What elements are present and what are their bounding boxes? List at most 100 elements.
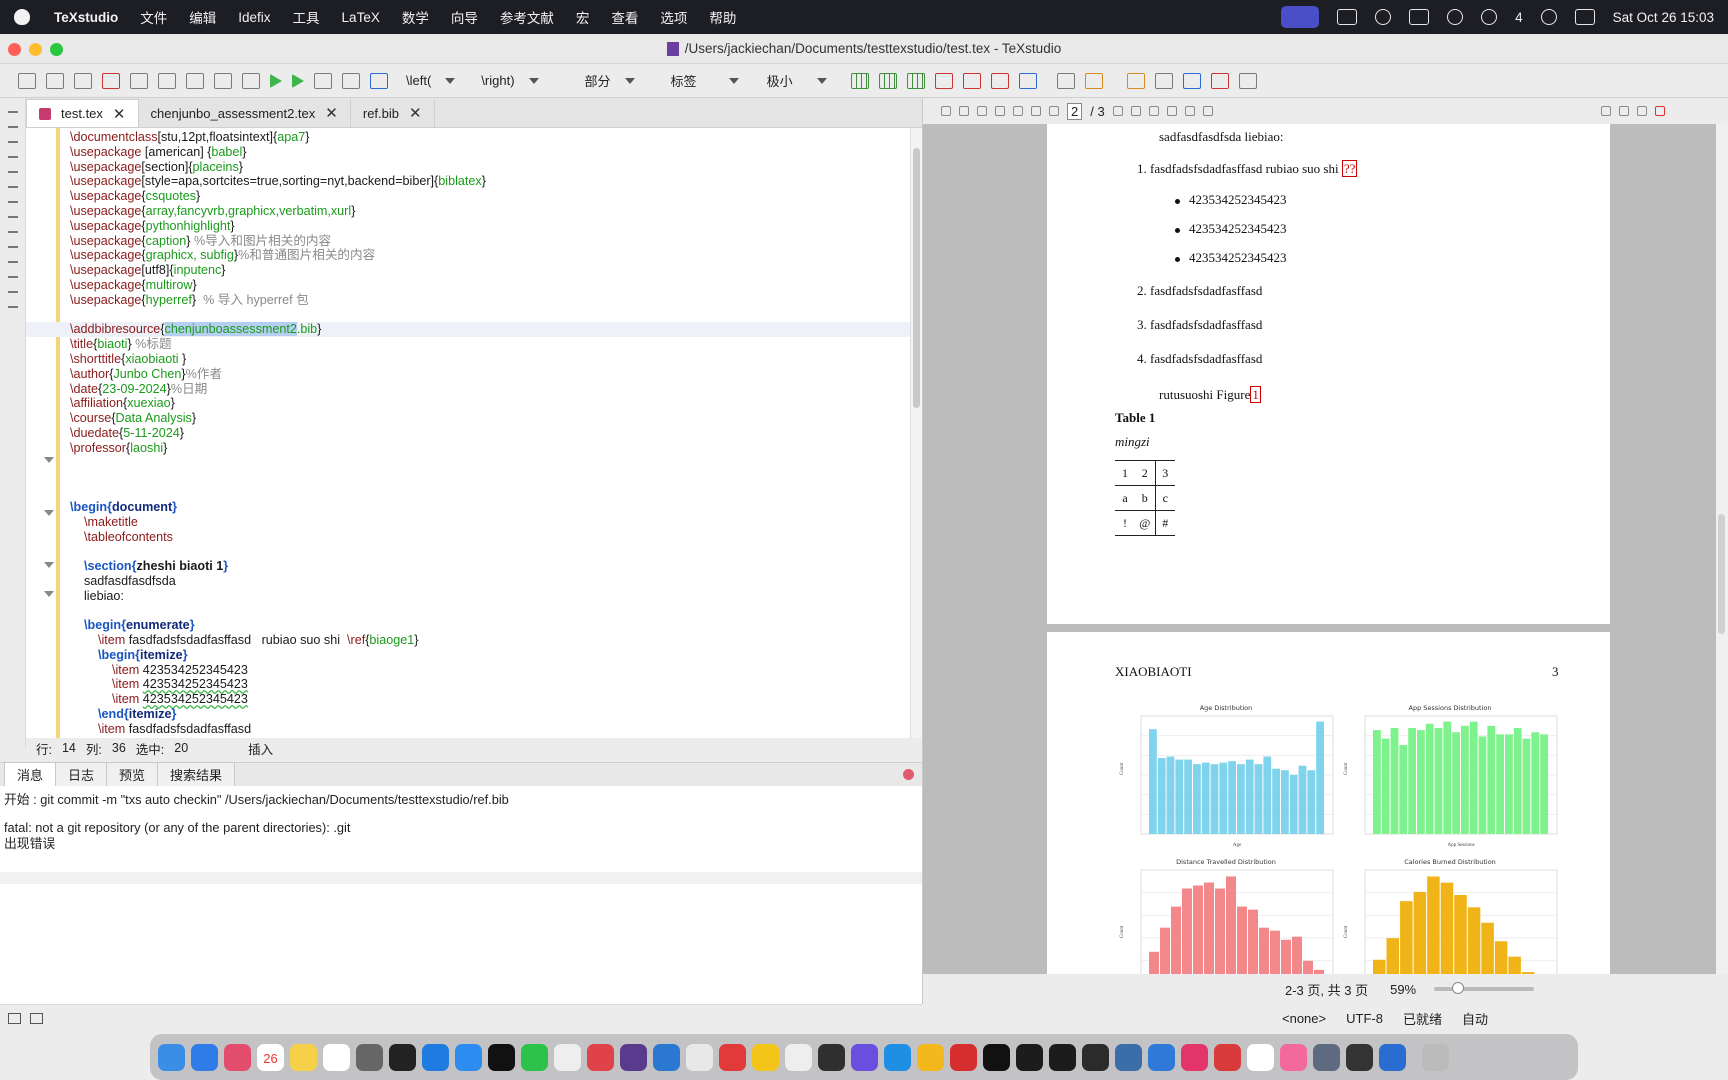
- section-dropdown[interactable]: 部分: [585, 71, 635, 90]
- code-line[interactable]: \begin{document}: [70, 500, 910, 515]
- zotero-icon[interactable]: [587, 1043, 614, 1071]
- chrome-icon[interactable]: [686, 1043, 713, 1071]
- code-line[interactable]: [70, 456, 910, 471]
- code-line[interactable]: \usepackage{array,fancyvrb,graphicx,verb…: [70, 204, 910, 219]
- typora-icon[interactable]: [653, 1043, 680, 1071]
- new-file-icon[interactable]: [18, 72, 36, 89]
- tab-search-results[interactable]: 搜索结果: [157, 762, 236, 787]
- dock-icon[interactable]: [1618, 106, 1629, 116]
- forward-icon[interactable]: [1013, 106, 1023, 116]
- code-line[interactable]: \usepackage{caption} %导入和图片相关的内容: [70, 234, 910, 249]
- notification-bell-icon[interactable]: [1540, 9, 1557, 25]
- code-line[interactable]: \item fasdfadsfsdadfasffasd: [70, 722, 910, 737]
- close-panel-icon[interactable]: [903, 769, 914, 780]
- menu-help[interactable]: 帮助: [709, 7, 736, 27]
- figure-link[interactable]: 1: [1250, 386, 1261, 403]
- terminal-icon[interactable]: [389, 1043, 416, 1071]
- close-icon[interactable]: ✕: [113, 105, 126, 123]
- forward-arrow-icon[interactable]: [7, 126, 18, 128]
- code-line[interactable]: sadfasdfasdfsda: [70, 574, 910, 589]
- zoom-slider-knob[interactable]: [1452, 982, 1465, 994]
- align-right-icon[interactable]: [7, 216, 18, 218]
- table-icon[interactable]: [850, 72, 869, 89]
- sqrt-icon[interactable]: [7, 306, 18, 308]
- view-pdf-icon[interactable]: [342, 72, 360, 89]
- toggle-structure-icon[interactable]: [8, 1013, 21, 1024]
- code-line[interactable]: \section{zheshi biaoti 1}: [70, 559, 910, 574]
- code-line[interactable]: \usepackage{hyperref} % 导入 hyperref 包: [70, 293, 910, 308]
- menu-idefix[interactable]: Idefix: [238, 10, 270, 25]
- code-line[interactable]: \usepackage[utf8]{inputenc}: [70, 263, 910, 278]
- unresolved-ref[interactable]: ??: [1341, 160, 1358, 177]
- save-icon[interactable]: [74, 72, 92, 89]
- tab-messages[interactable]: 消息: [4, 762, 57, 787]
- safari-icon[interactable]: [191, 1043, 218, 1071]
- code-line[interactable]: \item 423534252345423: [70, 677, 910, 692]
- fit-page-icon[interactable]: [1202, 106, 1213, 116]
- app-store-icon[interactable]: [455, 1043, 482, 1071]
- next-page-icon[interactable]: [1112, 106, 1123, 116]
- text-edit-icon[interactable]: [785, 1043, 812, 1071]
- document-icon[interactable]: [1056, 72, 1075, 89]
- xiaohongshu-icon[interactable]: [1181, 1043, 1208, 1071]
- wechat-icon[interactable]: [1481, 9, 1498, 25]
- window-minimize-button[interactable]: [29, 43, 42, 56]
- window-maximize-button[interactable]: [50, 43, 63, 56]
- code-line[interactable]: \author{Junbo Chen}%作者: [70, 367, 910, 382]
- tab-ref-bib[interactable]: ref.bib ✕: [351, 99, 435, 127]
- code-line[interactable]: [70, 308, 910, 323]
- back-arrow-icon[interactable]: [7, 111, 18, 113]
- add-row-icon[interactable]: [878, 72, 897, 89]
- fold-toggle-icon[interactable]: [44, 457, 54, 463]
- code-line[interactable]: \end{itemize}: [70, 707, 910, 722]
- code-line[interactable]: \documentclass[stu,12pt,floatsintext]{ap…: [70, 130, 910, 145]
- align-center-icon[interactable]: [7, 201, 18, 203]
- paw-icon[interactable]: [917, 1043, 944, 1071]
- code-line[interactable]: \usepackage [american] {babel}: [70, 145, 910, 160]
- netease-music-icon[interactable]: [719, 1043, 746, 1071]
- zoom-slider[interactable]: [1434, 982, 1535, 994]
- image-icon[interactable]: [1126, 72, 1145, 89]
- fraction-icon[interactable]: [7, 291, 18, 293]
- code-line[interactable]: \course{Data Analysis}: [70, 411, 910, 426]
- code-line[interactable]: \begin{itemize}: [70, 648, 910, 663]
- menu-latex[interactable]: LaTeX: [342, 10, 380, 25]
- system-settings-icon[interactable]: [356, 1043, 383, 1071]
- panel-divider[interactable]: [0, 872, 922, 884]
- dictionary-selector[interactable]: <none>: [1282, 1011, 1326, 1026]
- menu-options[interactable]: 选项: [660, 7, 687, 27]
- texstudio-icon[interactable]: [620, 1043, 647, 1071]
- fold-toggle-icon[interactable]: [44, 510, 54, 516]
- underline-icon[interactable]: [7, 171, 18, 173]
- newline-icon[interactable]: [7, 231, 18, 233]
- tab-test-tex[interactable]: test.tex ✕: [26, 99, 139, 127]
- compile-icon[interactable]: [292, 73, 304, 88]
- calendar-icon[interactable]: 26: [257, 1043, 284, 1071]
- rstudio-icon[interactable]: [950, 1043, 977, 1071]
- comment-icon[interactable]: [1154, 72, 1173, 89]
- dictionary-icon[interactable]: [1148, 1043, 1175, 1071]
- first-page-icon[interactable]: [1031, 106, 1041, 116]
- code-line[interactable]: \usepackage[section]{placeins}: [70, 160, 910, 175]
- code-line[interactable]: \date{23-09-2024}%日期: [70, 382, 910, 397]
- size-dropdown[interactable]: 极小: [767, 71, 827, 90]
- redo-icon[interactable]: [158, 72, 176, 89]
- code-line[interactable]: \begin{enumerate}: [70, 618, 910, 633]
- fold-toggle-icon[interactable]: [44, 591, 54, 597]
- auto-status[interactable]: 自动: [1462, 1009, 1488, 1028]
- intellij-icon[interactable]: [983, 1043, 1010, 1071]
- code-editor-icon[interactable]: [818, 1043, 845, 1071]
- text-plain-icon[interactable]: [1238, 72, 1257, 89]
- code-line[interactable]: \addbibresource{chenjunboassessment2.bib…: [26, 322, 910, 338]
- code-line[interactable]: liebiao:: [70, 589, 910, 604]
- subscript-icon[interactable]: [7, 261, 18, 263]
- pdf-scrollbar[interactable]: [1716, 124, 1728, 974]
- code-line[interactable]: \item 423534252345423: [70, 663, 910, 678]
- screen-mirroring-icon[interactable]: [1281, 6, 1320, 28]
- fit-width-icon[interactable]: [1184, 106, 1195, 116]
- close-viewer-icon[interactable]: [1654, 106, 1665, 116]
- close-icon[interactable]: ✕: [409, 104, 422, 122]
- code-line[interactable]: \title{biaoti} %标题: [70, 337, 910, 352]
- toggle-messages-icon[interactable]: [30, 1013, 43, 1024]
- preview-icon[interactable]: [1313, 1043, 1340, 1071]
